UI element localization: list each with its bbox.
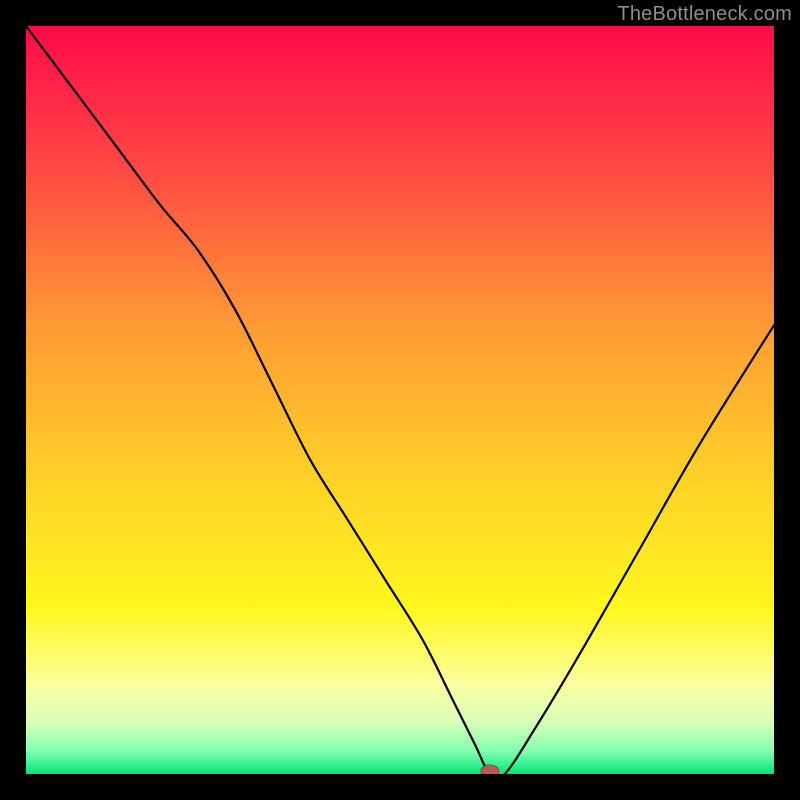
plot-area — [26, 26, 774, 774]
optimal-marker — [481, 765, 499, 774]
chart-frame: TheBottleneck.com — [0, 0, 800, 800]
plot-svg — [26, 26, 774, 774]
watermark-label: TheBottleneck.com — [617, 3, 792, 26]
gradient-background — [26, 26, 774, 774]
